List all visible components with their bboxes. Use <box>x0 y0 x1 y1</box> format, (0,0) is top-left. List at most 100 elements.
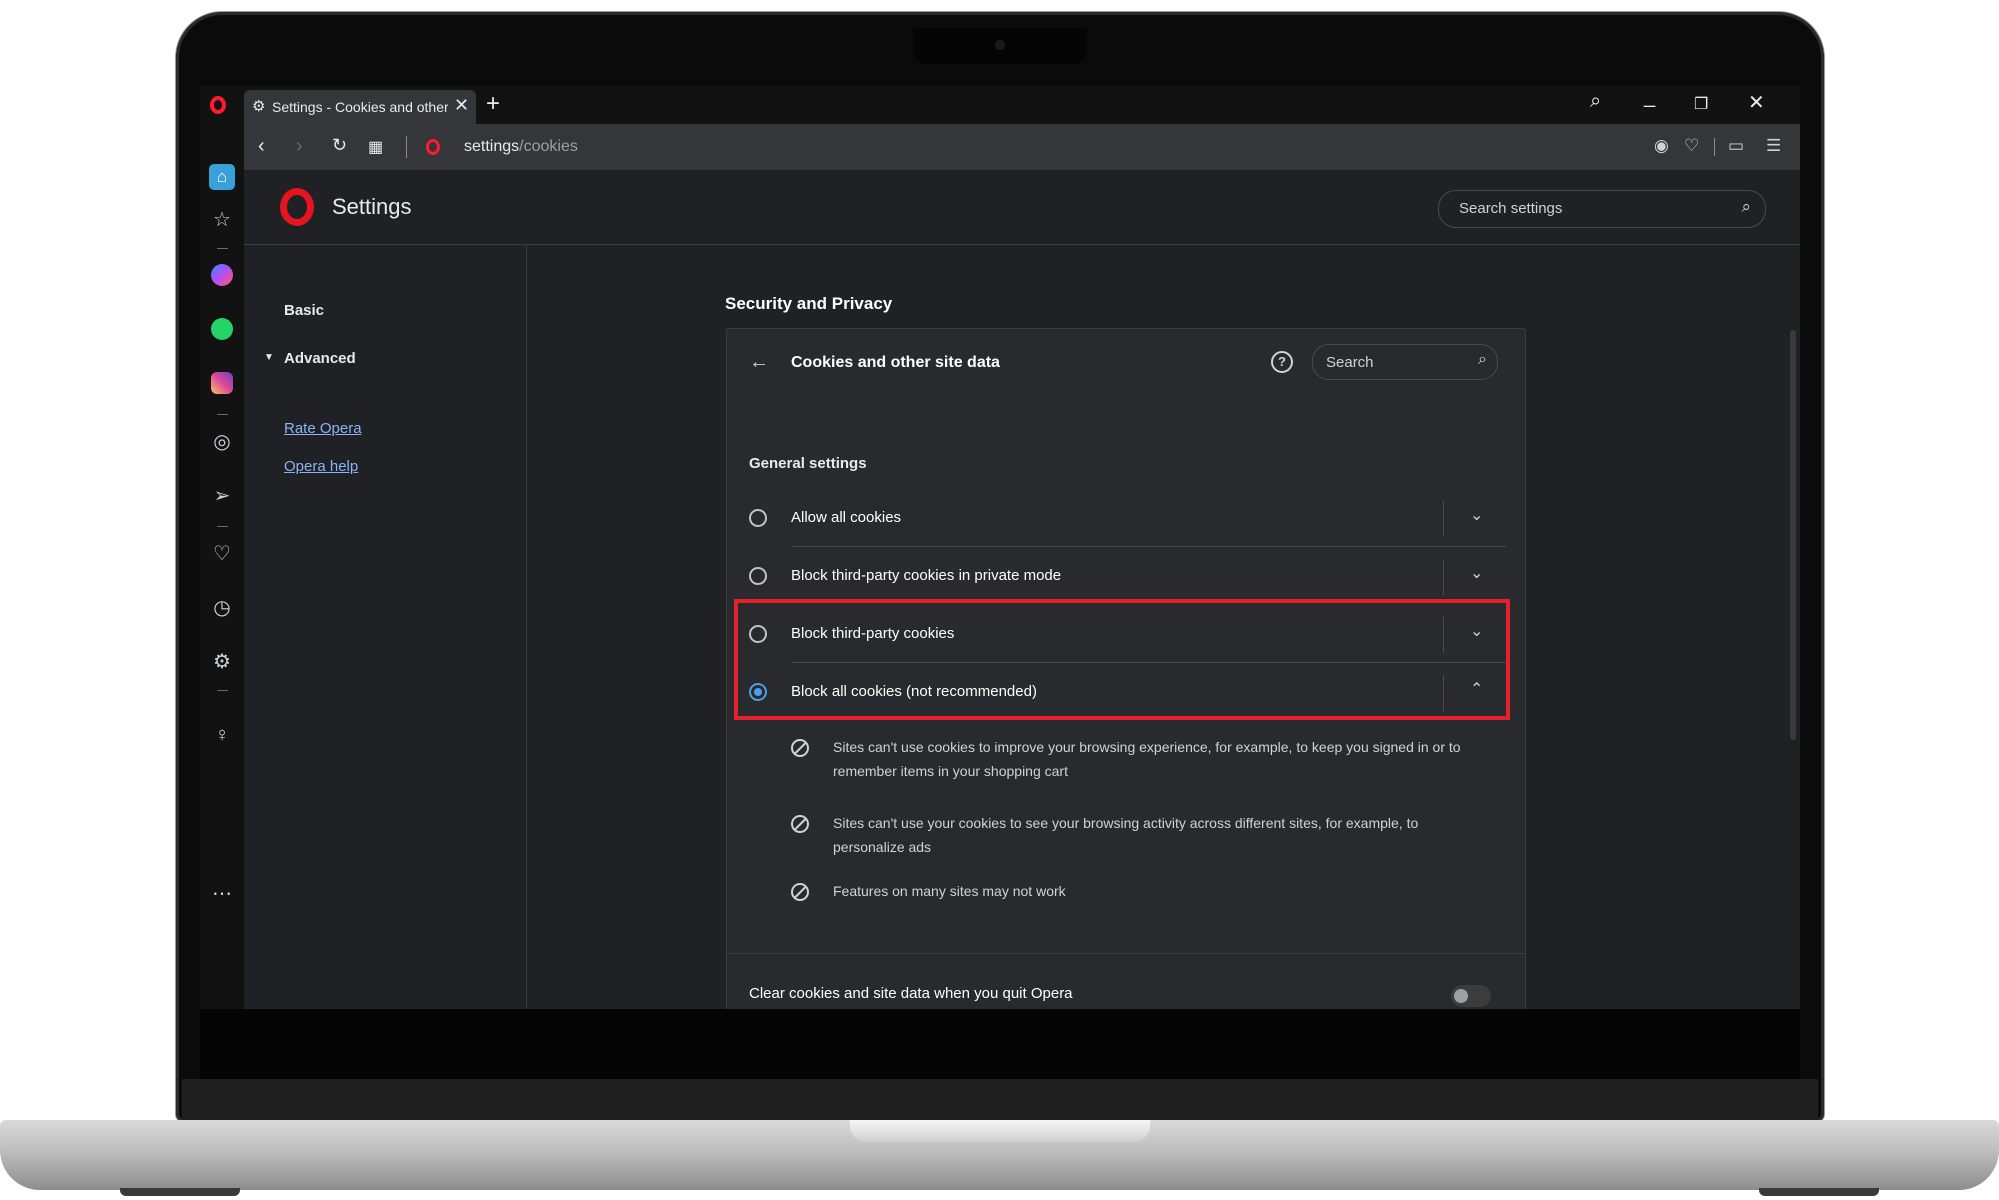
reload-icon[interactable]: ↻ <box>332 135 347 156</box>
browser-window: ⚙ Settings - Cookies and other site data… <box>200 86 1800 1009</box>
forward-button[interactable]: › <box>296 135 303 158</box>
heart-icon[interactable]: ♡ <box>209 540 235 566</box>
tabs-grid-icon[interactable]: ▦ <box>368 137 383 157</box>
search-settings-placeholder: Search settings <box>1459 200 1563 217</box>
address-separator <box>406 136 407 158</box>
clear-on-exit-toggle[interactable] <box>1451 985 1491 1007</box>
radio-button[interactable] <box>749 567 767 585</box>
radio-button-selected[interactable] <box>749 683 767 701</box>
history-icon[interactable]: ◷ <box>209 594 235 620</box>
laptop-foot <box>120 1188 240 1196</box>
whatsapp-icon[interactable] <box>209 316 235 342</box>
card-title: Cookies and other site data <box>791 354 1000 371</box>
card-search-placeholder: Search <box>1326 354 1374 371</box>
cookies-card: ← Cookies and other site data ? Search ⌕… <box>726 328 1526 1009</box>
help-icon[interactable]: ? <box>1271 351 1293 373</box>
url-path: /cookies <box>519 138 578 155</box>
bottom-bezel <box>200 1009 1800 1079</box>
snapshot-icon[interactable]: ◉ <box>1654 136 1669 156</box>
gear-icon[interactable]: ⚙ <box>209 648 235 674</box>
send-icon[interactable]: ➢ <box>209 482 235 508</box>
general-settings-heading: General settings <box>749 455 867 472</box>
option-divider <box>1443 559 1444 595</box>
card-separator <box>727 953 1525 954</box>
card-search-input[interactable]: Search ⌕ <box>1312 344 1498 380</box>
radio-button[interactable] <box>749 625 767 643</box>
instagram-icon[interactable] <box>209 370 235 396</box>
base-notch <box>850 1120 1150 1142</box>
new-tab-button[interactable]: + <box>486 90 500 118</box>
bookmark-heart-icon[interactable]: ♡ <box>1684 136 1699 156</box>
chevron-up-icon[interactable]: ⌃ <box>1470 679 1483 699</box>
settings-nav: Basic ▼ Advanced Rate Opera Opera help <box>244 244 527 1009</box>
option-block-all[interactable]: Block all cookies (not recommended) ⌃ <box>727 663 1525 721</box>
option-allow-all[interactable]: Allow all cookies ⌄ <box>727 489 1525 547</box>
opera-help-link[interactable]: Opera help <box>284 458 358 475</box>
address-bar: ‹ › ↻ ▦ settings/cookies ◉ ♡ ▭ ☰ <box>244 124 1800 170</box>
url-host: settings <box>464 138 520 155</box>
tab-settings[interactable]: ⚙ Settings - Cookies and other site data… <box>244 90 476 124</box>
back-button[interactable]: ‹ <box>258 135 265 158</box>
laptop-foot <box>1759 1188 1879 1196</box>
search-icon: ⌕ <box>1478 351 1487 368</box>
option-divider <box>1443 675 1444 711</box>
sidebar-separator <box>217 248 228 249</box>
nav-advanced[interactable]: Advanced <box>284 350 356 367</box>
gear-icon: ⚙ <box>252 98 266 115</box>
chevron-down-icon[interactable]: ⌄ <box>1470 505 1483 525</box>
battery-saver-icon[interactable]: ▭ <box>1728 136 1744 156</box>
tab-title: Settings - Cookies and other site data <box>272 99 448 115</box>
url-field[interactable]: settings/cookies <box>464 138 578 156</box>
toolbar-separator <box>1714 138 1715 156</box>
detail-text: Sites can't use cookies to improve your … <box>833 739 1461 779</box>
minimize-button[interactable]: _ <box>1644 86 1655 109</box>
camera <box>995 40 1005 50</box>
restore-button[interactable]: ❐ <box>1694 94 1708 114</box>
sidebar-separator <box>217 690 228 691</box>
more-icon[interactable]: ⋯ <box>209 880 235 906</box>
rate-opera-link[interactable]: Rate Opera <box>284 420 362 437</box>
section-title: Security and Privacy <box>725 294 893 313</box>
block-icon <box>791 815 809 833</box>
messenger-icon[interactable] <box>209 262 235 288</box>
player-icon[interactable]: ◎ <box>209 428 235 454</box>
chevron-down-icon[interactable]: ⌄ <box>1470 621 1483 641</box>
expand-arrow-icon[interactable]: ▼ <box>264 352 274 363</box>
tab-bar: ⚙ Settings - Cookies and other site data… <box>200 86 1800 124</box>
option-label: Block third-party cookies in private mod… <box>791 567 1062 584</box>
option-label: Allow all cookies <box>791 509 902 526</box>
settings-page: Settings Search settings ⌕ Basic ▼ Advan… <box>244 170 1800 1009</box>
search-tabs-icon[interactable]: ⌕ <box>1590 90 1601 113</box>
nav-basic[interactable]: Basic <box>284 302 324 319</box>
star-icon[interactable]: ☆ <box>209 206 235 232</box>
radio-button[interactable] <box>749 509 767 527</box>
chevron-down-icon[interactable]: ⌄ <box>1470 563 1483 583</box>
search-icon: ⌕ <box>1741 197 1751 216</box>
block-icon <box>791 883 809 901</box>
option-divider <box>1443 617 1444 653</box>
tab-close-icon[interactable]: ✕ <box>454 95 469 116</box>
option-block-third-party[interactable]: Block third-party cookies ⌄ <box>727 605 1525 663</box>
option-label: Block third-party cookies <box>791 625 955 642</box>
page-title: Settings <box>332 194 412 219</box>
option-label: Block all cookies (not recommended) <box>791 683 1037 700</box>
option-divider <box>1443 501 1444 537</box>
opera-sidebar: ⌂ ☆ ◎ ➢ ♡ ◷ ⚙ ♀ ⋯ <box>200 124 244 1009</box>
lightbulb-icon[interactable]: ♀ <box>209 722 235 748</box>
detail-text: Features on many sites may not work <box>833 883 1066 899</box>
home-icon[interactable]: ⌂ <box>209 164 235 190</box>
opera-logo <box>280 188 314 226</box>
search-settings-input[interactable]: Search settings ⌕ <box>1438 190 1766 228</box>
easy-setup-icon[interactable]: ☰ <box>1766 136 1781 156</box>
page-scrollbar[interactable] <box>1790 330 1796 740</box>
opera-menu-icon[interactable] <box>210 96 226 114</box>
settings-header: Settings Search settings ⌕ <box>244 170 1800 245</box>
detail-text: Sites can't use your cookies to see your… <box>833 815 1419 855</box>
laptop-hinge <box>182 1079 1818 1123</box>
sidebar-separator <box>217 526 228 527</box>
site-info-icon[interactable] <box>426 139 440 155</box>
clear-on-exit-label: Clear cookies and site data when you qui… <box>749 985 1073 1002</box>
option-block-third-party-private[interactable]: Block third-party cookies in private mod… <box>727 547 1525 605</box>
back-arrow-icon[interactable]: ← <box>749 351 769 374</box>
close-window-button[interactable]: ✕ <box>1748 90 1765 115</box>
